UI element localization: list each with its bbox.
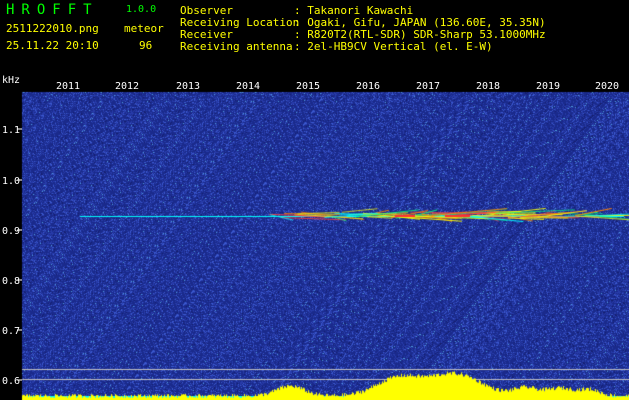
app-name: HROFFT xyxy=(6,2,99,18)
app-version: 1.0.0 xyxy=(126,4,157,15)
file-name: 2511222010.png xyxy=(6,22,99,35)
header-panel: HROFFT 1.0.0 2511222010.png 25.11.22 20:… xyxy=(0,0,629,72)
meteor-label: meteor xyxy=(124,22,164,35)
capture-datetime: 25.11.22 20:10 xyxy=(6,39,99,52)
meteor-count: 96 xyxy=(139,39,153,52)
spectrogram-canvas xyxy=(0,72,629,400)
antenna-value: : 2el-HB9CV Vertical (el. E-W) xyxy=(294,40,493,53)
antenna-label: Receiving antenna xyxy=(180,40,293,53)
